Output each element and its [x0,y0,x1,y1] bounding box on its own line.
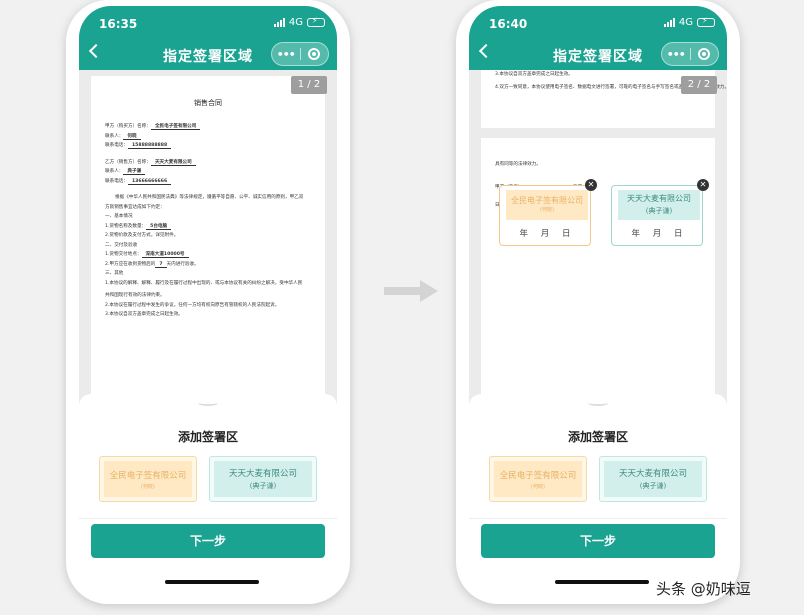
phone-left: 16:35 4G 指定签署区域 ••• 销售合同 甲方（购买方）名称：全民电子 [66,0,350,604]
stamp-signer: (何晓) [141,484,155,490]
doc-line: 乙方（销售方）名称： 天天大麦有限公司 [105,159,311,167]
document-page: 3.本协议自双方盖章完成之日起生效。 4.双方一致同意，本协议使用电子签名、数据… [481,70,727,128]
add-signature-sheet: 添加签署区 全民电子签有限公司 (何晓) 天天大麦有限公司 (典子谦) 下一步 [469,394,727,594]
signal-icon [663,18,675,27]
doc-line: 根据《中华人民共和国民法典》等法律规定，遵循平等自愿、公平、诚实信用的原则，甲乙… [115,195,304,200]
app-header: 16:40 4G 指定签署区域 ••• [469,6,727,70]
close-icon[interactable]: ✕ [585,179,597,191]
stamp-signer: (典子谦) [249,482,277,490]
doc-line: 二、交付及验收 [105,242,138,248]
doc-line: 甲方（购买方）名称： 全民电子签有限公司 [105,124,311,131]
doc-line: 共和国现行有效的法律约束。 [105,293,165,298]
network-type: 4G [288,17,303,28]
doc-line: 2.货物价款及支付方式，详见附件。 [105,233,179,238]
stamp-name: 天天大麦有限公司 [228,469,297,479]
network-type: 4G [678,17,693,28]
more-icon[interactable]: ••• [662,48,690,61]
home-indicator [165,580,259,584]
stamp-signer: (何晓) [531,484,545,490]
status-indicators: 4G [273,16,325,28]
close-program-icon[interactable] [690,48,718,60]
stamp-signer: (典子谦) [645,207,673,215]
status-time: 16:40 [489,17,528,31]
sign-date: 年 月 日 [631,229,683,239]
doc-line: 3.本协议自双方盖章完成之日起生效。 [105,312,183,317]
status-indicators: 4G [663,16,715,28]
doc-line: 联系人： 典子谦 [105,169,311,176]
stamp-option-party-a[interactable]: 全民电子签有限公司 (何晓) [99,456,197,502]
doc-line: 联系人： 何晓 [105,133,311,141]
chevron-down-icon[interactable] [198,400,218,406]
stamp-name: 天天大麦有限公司 [627,194,691,203]
stamp-signer: (典子谦) [639,482,667,490]
placed-signature-party-b[interactable]: 天天大麦有限公司 (典子谦) 年 月 日 [611,185,703,246]
doc-line: 联系电话： 15888888888 [105,143,311,150]
stamp-name: 全民电子签有限公司 [511,196,583,205]
phone-screen-right: 16:40 4G 指定签署区域 ••• 3.本协议自双方盖章完成之日起生效。 [469,6,727,594]
stamp-name: 全民电子签有限公司 [109,471,187,481]
stamp-option-party-b[interactable]: 天天大麦有限公司 (典子谦) [599,456,707,502]
doc-line: 2.本协议在履行过程中发生的争议，任何一方均有权向原告有管辖权的人民法院起诉。 [105,302,280,308]
app-header: 16:35 4G 指定签署区域 ••• [79,6,337,70]
doc-line: 方就销售事宜达成如下约定： [105,204,165,210]
doc-line: 1.本协议的解释、解释、履行及在履行过程中出现的、或与本协议有关的纠纷之解决，受… [105,280,303,286]
doc-line: 2.甲方应在收到货物后的 7 天内进行验收。 [105,261,199,268]
battery-icon [697,16,715,27]
chevron-down-icon[interactable] [588,400,608,406]
watermark: 头条 @奶味逗 [656,580,751,598]
document-page: 具有同等的法律效力。 甲方（盖章）： 乙方 日期： [481,138,715,400]
doc-line: 具有同等的法律效力。 [495,162,541,167]
doc-line: 3.本协议自双方盖章完成之日起生效。 [495,72,573,77]
mini-program-capsule: ••• [271,42,329,66]
close-icon[interactable]: ✕ [697,179,709,191]
close-program-icon[interactable] [300,48,328,60]
doc-title: 销售合同 [194,99,222,107]
signal-icon [273,18,285,27]
stamp-option-party-a[interactable]: 全民电子签有限公司 (何晓) [489,456,587,502]
doc-line: 一、基本情况 [105,214,133,219]
doc-line: 4.双方一致同意，本协议使用电子签名、数据电文进行签署，可靠的电子签名与手写签名… [495,84,727,90]
phone-screen-left: 16:35 4G 指定签署区域 ••• 销售合同 甲方（购买方）名称：全民电子 [79,6,337,594]
document-viewer[interactable]: 销售合同 甲方（购买方）名称： 全民电子签有限公司 联系人： 何晓 联系电话： 158… [79,70,337,400]
sign-date: 年 月 日 [519,229,571,239]
doc-line: 1.货物交付地点： 深南大道10000号 [105,252,311,259]
arrow-right-icon [384,280,438,302]
sheet-title: 添加签署区 [567,430,628,444]
stamp-name: 全民电子签有限公司 [499,471,577,481]
page-indicator: 1 / 2 [291,76,327,94]
mini-program-capsule: ••• [661,42,719,66]
page-indicator: 2 / 2 [681,76,717,94]
divider [469,518,727,519]
battery-icon [307,16,325,27]
next-button[interactable]: 下一步 [91,524,325,558]
document-page: 销售合同 甲方（购买方）名称： 全民电子签有限公司 联系人： 何晓 联系电话： 158… [91,76,325,400]
stamp-option-party-b[interactable]: 天天大麦有限公司 (典子谦) [209,456,317,502]
doc-line: 三、其他 [105,271,124,276]
comparison-stage: 16:35 4G 指定签署区域 ••• 销售合同 甲方（购买方）名称：全民电子 [0,0,804,615]
stamp-name: 天天大麦有限公司 [618,469,687,479]
sheet-title: 添加签署区 [177,430,238,444]
home-indicator [555,580,649,584]
phone-right: 16:40 4G 指定签署区域 ••• 3.本协议自双方盖章完成之日起生效。 [456,0,740,604]
placed-signature-party-a[interactable]: 全民电子签有限公司 (何晓) 年 月 日 [499,185,591,246]
next-button[interactable]: 下一步 [481,524,715,558]
stamp-signer: (何晓) [540,207,554,213]
divider [79,518,337,519]
doc-line: 1.货物名称及数量： 5台电脑 [105,223,311,231]
doc-line: 联系电话： 13666666666 [105,178,311,186]
status-time: 16:35 [99,17,138,31]
add-signature-sheet: 添加签署区 全民电子签有限公司 (何晓) 天天大麦有限公司 (典子谦) 下一步 [79,394,337,594]
more-icon[interactable]: ••• [272,48,300,61]
